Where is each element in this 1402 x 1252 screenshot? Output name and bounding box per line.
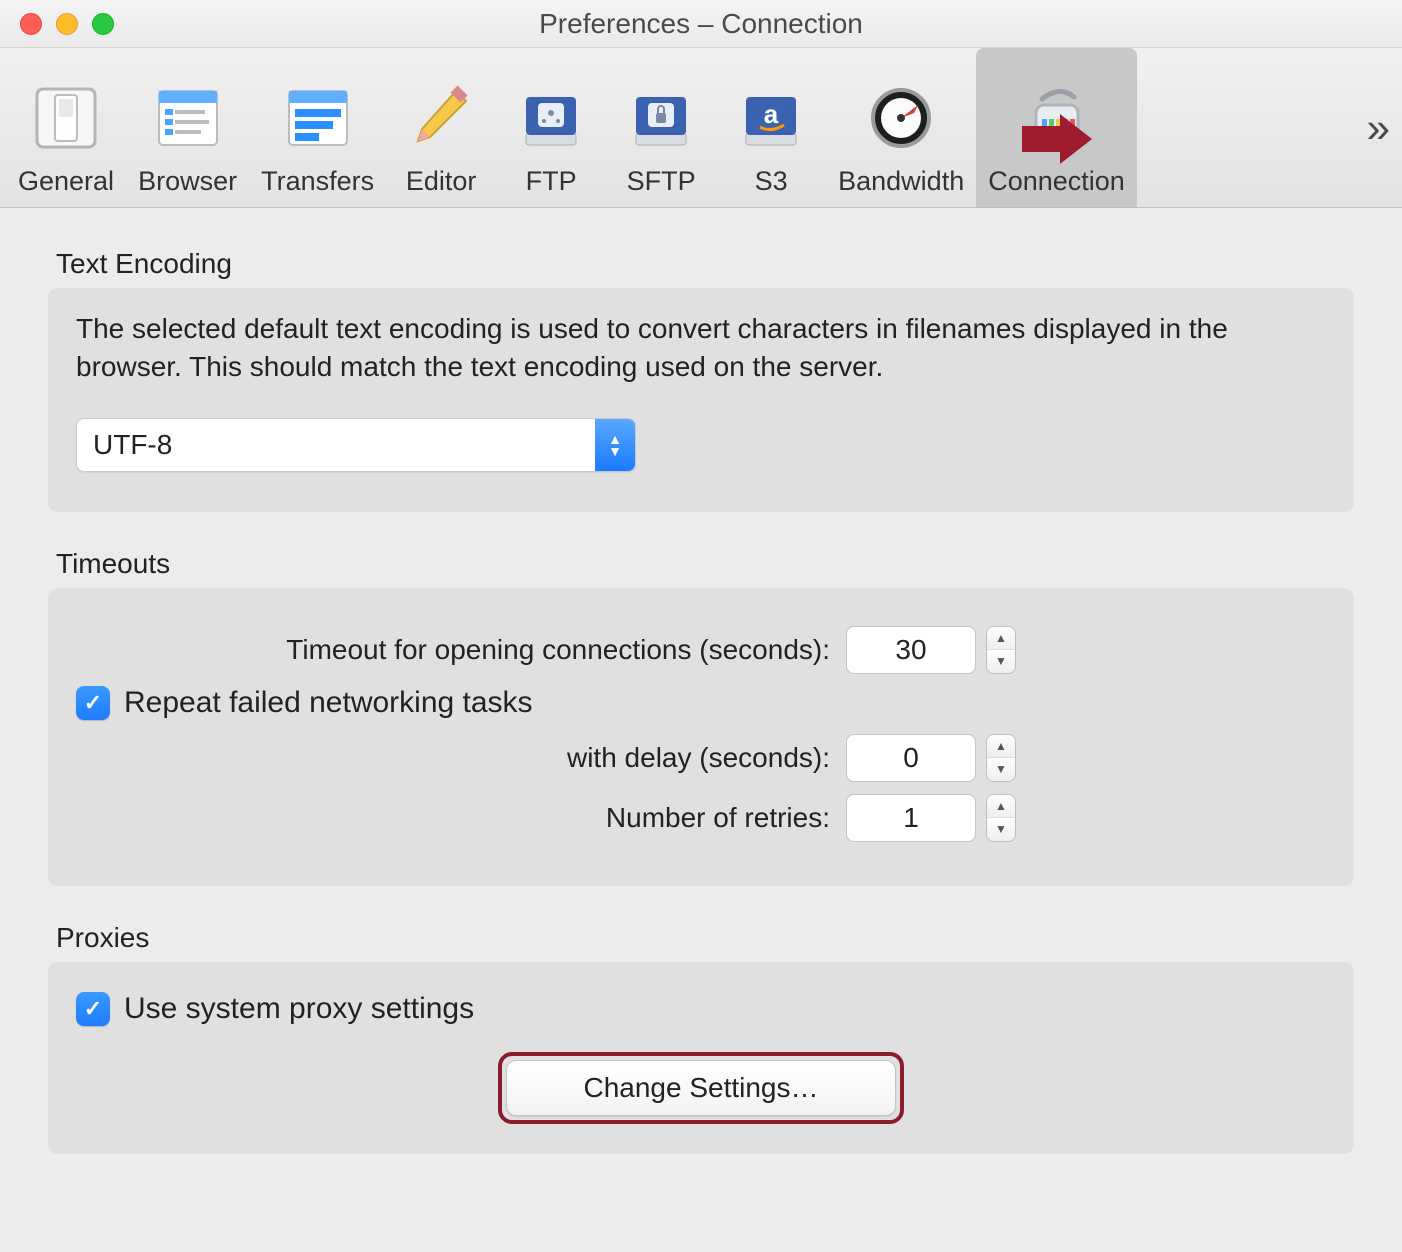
tab-label: Connection: [988, 166, 1125, 197]
repeat-label: Repeat failed networking tasks: [124, 686, 533, 720]
stepper-up-icon[interactable]: ▲: [987, 627, 1015, 651]
repeat-checkbox[interactable]: ✓: [76, 686, 110, 720]
stepper-down-icon[interactable]: ▼: [987, 758, 1015, 781]
timeout-label: Timeout for opening connections (seconds…: [76, 634, 846, 666]
bandwidth-icon: [861, 78, 941, 158]
tab-label: SFTP: [627, 166, 696, 197]
editor-icon: [401, 78, 481, 158]
delay-stepper[interactable]: ▲ ▼: [986, 734, 1016, 782]
retries-input[interactable]: 1: [846, 794, 976, 842]
toolbar-overflow-button[interactable]: »: [1367, 104, 1390, 152]
stepper-up-icon[interactable]: ▲: [987, 795, 1015, 819]
stepper-down-icon[interactable]: ▼: [987, 818, 1015, 841]
section-title-encoding: Text Encoding: [56, 248, 1354, 280]
titlebar: Preferences – Connection: [0, 0, 1402, 48]
preferences-content: Text Encoding The selected default text …: [0, 208, 1402, 1154]
delay-input[interactable]: 0: [846, 734, 976, 782]
row-delay: with delay (seconds): 0 ▲ ▼: [76, 734, 1326, 782]
section-title-timeouts: Timeouts: [56, 548, 1354, 580]
row-repeat-failed: ✓ Repeat failed networking tasks: [76, 686, 1326, 720]
change-settings-button[interactable]: Change Settings…: [506, 1060, 896, 1116]
s3-icon: a: [731, 78, 811, 158]
change-settings-wrap: Change Settings…: [76, 1052, 1326, 1124]
tab-ftp[interactable]: FTP: [496, 48, 606, 207]
tab-bandwidth[interactable]: Bandwidth: [826, 48, 976, 207]
tab-connection[interactable]: Connection: [976, 48, 1137, 207]
use-system-proxy-checkbox[interactable]: ✓: [76, 992, 110, 1026]
row-use-system-proxy: ✓ Use system proxy settings: [76, 992, 1326, 1026]
tab-label: Browser: [138, 166, 237, 197]
annotation-highlight: Change Settings…: [498, 1052, 904, 1124]
stepper-down-icon[interactable]: ▼: [987, 650, 1015, 673]
retries-label: Number of retries:: [76, 802, 846, 834]
tab-sftp[interactable]: SFTP: [606, 48, 716, 207]
tab-general[interactable]: General: [6, 48, 126, 207]
row-retries: Number of retries: 1 ▲ ▼: [76, 794, 1326, 842]
encoding-description: The selected default text encoding is us…: [76, 310, 1326, 386]
tab-browser[interactable]: Browser: [126, 48, 249, 207]
tab-label: General: [18, 166, 114, 197]
dropdown-arrows-icon: ▲ ▼: [595, 419, 635, 471]
encoding-value: UTF-8: [77, 429, 595, 461]
tab-label: Bandwidth: [838, 166, 964, 197]
tab-label: FTP: [526, 166, 577, 197]
window-controls: [0, 13, 114, 35]
connection-icon: [1017, 78, 1097, 158]
retries-stepper[interactable]: ▲ ▼: [986, 794, 1016, 842]
row-timeout: Timeout for opening connections (seconds…: [76, 626, 1326, 674]
timeout-stepper[interactable]: ▲ ▼: [986, 626, 1016, 674]
timeout-input[interactable]: 30: [846, 626, 976, 674]
tab-label: S3: [755, 166, 788, 197]
general-icon: [26, 78, 106, 158]
use-system-proxy-label: Use system proxy settings: [124, 992, 474, 1026]
panel-timeouts: Timeout for opening connections (seconds…: [48, 588, 1354, 886]
encoding-dropdown[interactable]: UTF-8 ▲ ▼: [76, 418, 636, 472]
sftp-icon: [621, 78, 701, 158]
stepper-up-icon[interactable]: ▲: [987, 735, 1015, 759]
tab-editor[interactable]: Editor: [386, 48, 496, 207]
window-title: Preferences – Connection: [0, 8, 1402, 40]
svg-text:a: a: [764, 99, 779, 129]
ftp-icon: [511, 78, 591, 158]
section-title-proxies: Proxies: [56, 922, 1354, 954]
panel-encoding: The selected default text encoding is us…: [48, 288, 1354, 512]
delay-label: with delay (seconds):: [76, 742, 846, 774]
tab-s3[interactable]: a S3: [716, 48, 826, 207]
tab-label: Editor: [406, 166, 477, 197]
panel-proxies: ✓ Use system proxy settings Change Setti…: [48, 962, 1354, 1154]
tab-transfers[interactable]: Transfers: [249, 48, 386, 207]
minimize-window-button[interactable]: [56, 13, 78, 35]
close-window-button[interactable]: [20, 13, 42, 35]
preferences-toolbar: General Browser Transfers: [0, 48, 1402, 208]
transfers-icon: [278, 78, 358, 158]
zoom-window-button[interactable]: [92, 13, 114, 35]
tab-label: Transfers: [261, 166, 374, 197]
browser-icon: [148, 78, 228, 158]
